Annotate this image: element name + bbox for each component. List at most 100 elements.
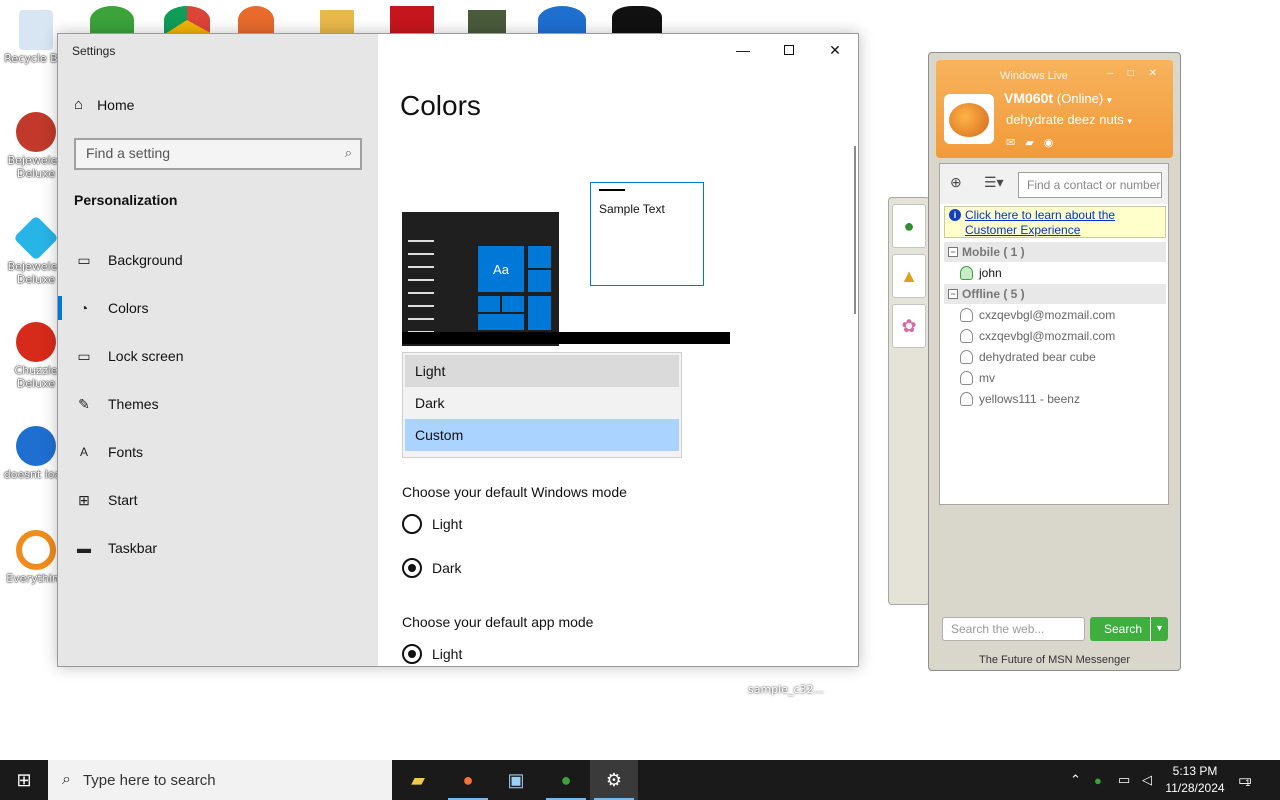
desktop-icon-partial-app[interactable] [238, 6, 274, 34]
chevron-up-icon: ⌃ [1070, 772, 1081, 787]
messenger-username[interactable]: VM060t (Online) ▾ [1004, 90, 1112, 106]
desktop-icon-partial-folder[interactable] [320, 10, 354, 34]
action-center-button[interactable]: ▭ 1 [1238, 760, 1252, 800]
color-option-custom[interactable]: Custom [405, 419, 679, 451]
section-heading: Personalization [74, 192, 178, 208]
side-tab-contacts[interactable]: ● [892, 204, 926, 248]
desktop-icon-partial-flash[interactable] [390, 6, 434, 34]
nav-item-lock-screen[interactable]: ▭ Lock screen [58, 332, 378, 380]
group-header-offline[interactable]: − Offline ( 5 ) [944, 284, 1166, 304]
color-option-light[interactable]: Light [405, 355, 679, 387]
preview-sample-text: Sample Text [599, 202, 665, 216]
list-item[interactable]: dehydrated bear cube [960, 350, 1096, 364]
chevron-down-icon[interactable]: ▼ [1150, 617, 1168, 641]
personal-message-text: dehydrate deez nuts [1006, 112, 1124, 127]
settings-sidebar: Settings ⌂ Home Find a setting ⌕ Persona… [58, 34, 378, 666]
info-icon: i [949, 209, 961, 221]
maximize-button[interactable] [766, 34, 812, 66]
windows-mode-label: Choose your default Windows mode [402, 484, 627, 500]
customer-experience-link[interactable]: Click here to learn about the Customer E… [965, 208, 1161, 238]
list-item[interactable]: cxzqevbgl@mozmail.com [960, 329, 1115, 343]
settings-nav: ▭ Background ◔ Colors ▭ Lock screen ✎ Th… [58, 236, 378, 572]
start-button[interactable]: ⊞ [0, 760, 48, 800]
list-item[interactable]: mv [960, 371, 995, 385]
windows-mode-dark-radio[interactable]: Dark [402, 558, 462, 578]
color-option-dark[interactable]: Dark [405, 387, 679, 419]
show-hidden-icons[interactable]: ⌃ [1070, 760, 1081, 800]
desktop-icon-partial-thunderbird[interactable] [538, 6, 586, 34]
contact-list-panel: ⊕ ☰▾ Find a contact or number i Click he… [939, 163, 1169, 505]
web-search-input[interactable]: Search the web... [942, 617, 1085, 641]
nav-item-start[interactable]: ⊞ Start [58, 476, 378, 524]
list-item[interactable]: cxzqevbgl@mozmail.com [960, 308, 1115, 322]
group-header-mobile[interactable]: − Mobile ( 1 ) [944, 242, 1166, 262]
desktop-icon-partial-game[interactable] [468, 10, 506, 34]
messenger-quick-icons: ✉▰◉ [1006, 136, 1063, 149]
taskbar-notepad[interactable]: ▣ [492, 760, 540, 800]
app-mode-label: Choose your default app mode [402, 614, 594, 630]
desktop-icon-partial-yashma[interactable] [612, 6, 662, 34]
radio-circle [402, 514, 422, 534]
add-contact-icon[interactable]: ⊕ [950, 174, 962, 191]
nav-item-taskbar[interactable]: ▬ Taskbar [58, 524, 378, 572]
taskbar-firefox[interactable]: ● [444, 760, 492, 800]
nav-item-fonts[interactable]: A Fonts [58, 428, 378, 476]
personal-message[interactable]: dehydrate deez nuts ▾ [1006, 112, 1132, 127]
mail-icon[interactable]: ✉ [1006, 137, 1025, 149]
start-icon: ⊞ [78, 491, 90, 508]
taskbar-file-explorer[interactable]: ▰ [394, 760, 442, 800]
nav-item-background[interactable]: ▭ Background [58, 236, 378, 284]
messenger-window-controls[interactable]: – □ ✕ [1107, 68, 1163, 79]
taskbar: ⊞ ⌕ Type here to search ▰ ● ▣ ● ⚙ ⌃ ● ▭ … [0, 760, 1280, 800]
settings-search-input[interactable]: Find a setting ⌕ [74, 138, 362, 170]
desktop-icon-partial-chrome[interactable] [164, 6, 210, 34]
notification-count: 1 [1245, 778, 1251, 788]
close-button[interactable]: ✕ [812, 34, 858, 66]
contact-name: dehydrated bear cube [979, 350, 1096, 364]
taskbar-messenger[interactable]: ● [542, 760, 590, 800]
window-title: Settings [72, 44, 116, 58]
nav-item-label: Lock screen [108, 348, 184, 364]
color-mode-list[interactable]: Light Dark Custom [402, 352, 682, 458]
taskbar-search[interactable]: ⌕ Type here to search [48, 760, 392, 800]
home-label: Home [97, 96, 135, 113]
list-item[interactable]: yellows111 - beenz [960, 392, 1080, 406]
side-tab-alerts[interactable]: ▲ [892, 254, 926, 298]
nav-item-label: Taskbar [108, 540, 158, 556]
offline-contact-icon [960, 371, 973, 385]
contact-search-input[interactable]: Find a contact or number [1018, 172, 1162, 198]
radio-circle [402, 644, 422, 664]
tray-volume[interactable]: ◁ [1142, 760, 1152, 800]
windows-mode-light-radio[interactable]: Light [402, 514, 462, 534]
list-options-icon[interactable]: ☰▾ [984, 174, 1004, 191]
clock[interactable]: 5:13 PM 11/28/2024 [1162, 763, 1228, 797]
contact-name: cxzqevbgl@mozmail.com [979, 308, 1116, 322]
lock-screen-icon: ▭ [77, 347, 91, 364]
close-icon: ✕ [829, 41, 841, 58]
color-preview: Aa Sample Text [402, 182, 732, 346]
desktop-icon-partial-msn[interactable] [90, 6, 134, 34]
nav-item-colors[interactable]: ◔ Colors [58, 284, 378, 332]
tray-messenger[interactable]: ● [1094, 760, 1102, 800]
notepad-icon: ▣ [507, 769, 525, 790]
web-search-button[interactable]: Search ▼ [1090, 617, 1168, 641]
messenger-side-tabs: ● ▲ ✿ [888, 197, 930, 605]
desktop-file-label[interactable]: sample_c32... [748, 683, 824, 696]
radio-label: Light [432, 516, 463, 532]
preview-sample-window: Sample Text [590, 182, 704, 286]
home-link[interactable]: ⌂ Home [74, 96, 134, 113]
taskbar-settings[interactable]: ⚙ [590, 760, 638, 800]
minimize-button[interactable]: — [720, 34, 766, 66]
avatar[interactable] [944, 94, 994, 144]
tray-network[interactable]: ▭ [1118, 760, 1130, 800]
xbox-icon[interactable]: ◉ [1044, 137, 1064, 149]
app-mode-light-radio[interactable]: Light [402, 644, 462, 664]
content-scrollbar[interactable] [854, 146, 856, 314]
nav-item-themes[interactable]: ✎ Themes [58, 380, 378, 428]
maximize-icon [784, 45, 794, 55]
status-text: (Online) [1056, 91, 1104, 106]
folder-icon[interactable]: ▰ [1025, 137, 1043, 149]
radio-circle [402, 558, 422, 578]
list-item[interactable]: john [960, 266, 1002, 280]
side-tab-games[interactable]: ✿ [892, 304, 926, 348]
